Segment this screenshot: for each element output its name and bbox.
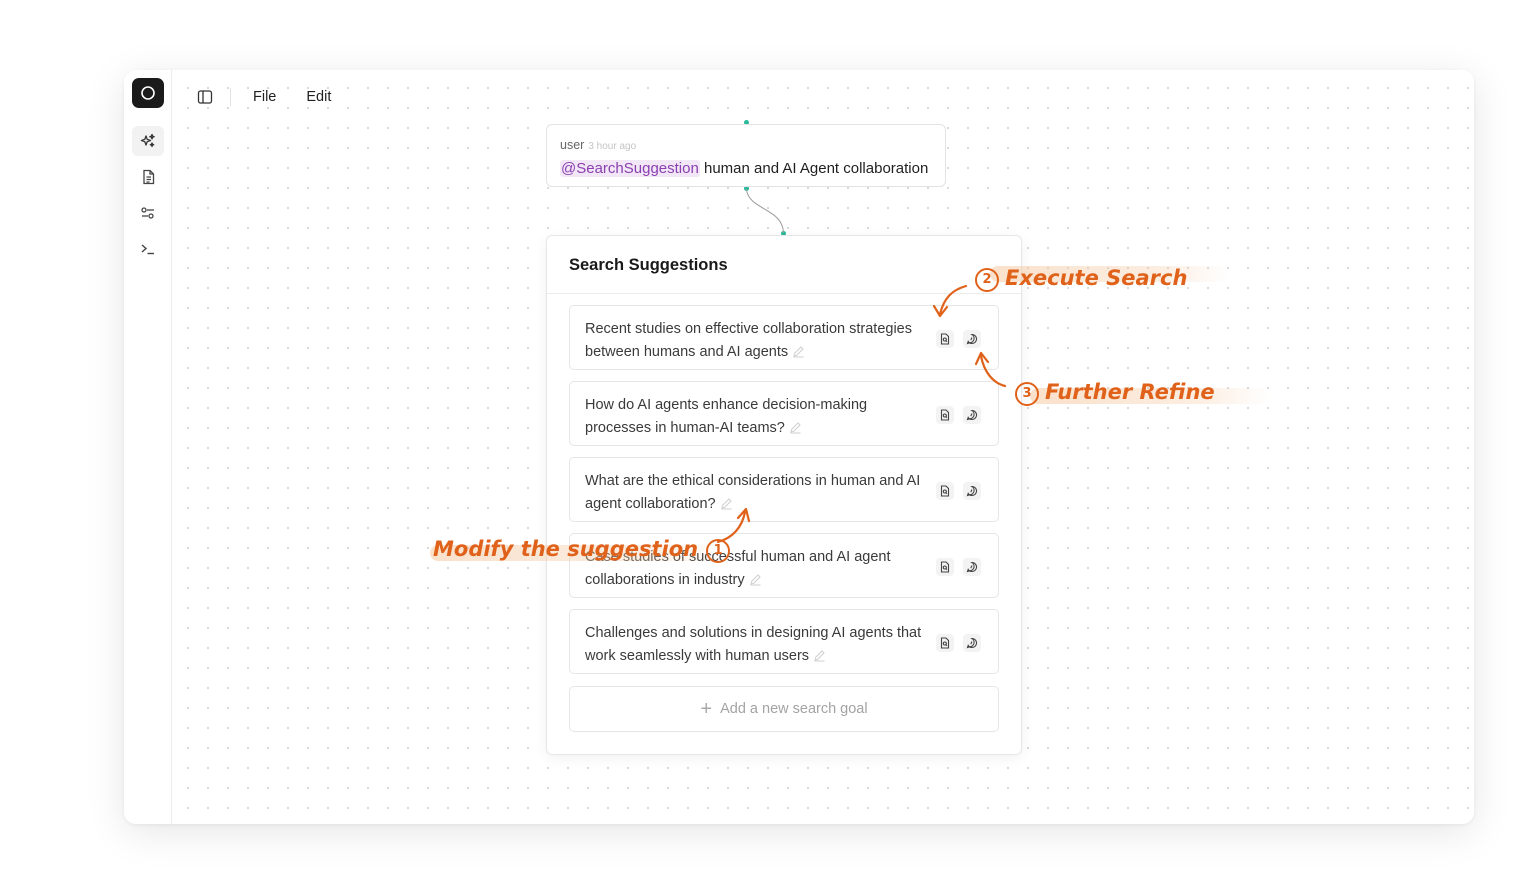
sidebar-panel-icon: [197, 90, 213, 104]
suggestion-text: How do AI agents enhance decision-making…: [585, 394, 930, 439]
sidebar-item-terminal[interactable]: [132, 234, 164, 264]
toolbar-divider: [230, 88, 231, 106]
pencil-icon[interactable]: [789, 421, 802, 434]
execute-search-button[interactable]: [936, 558, 954, 576]
file-menu[interactable]: File: [245, 85, 284, 109]
panel-toggle-button[interactable]: [190, 82, 220, 112]
suggestion-text: Challenges and solutions in designing AI…: [585, 622, 930, 667]
message-body: human and AI Agent collaboration: [699, 160, 929, 177]
author-label: user: [560, 138, 585, 152]
card-title: Search Suggestions: [569, 256, 728, 274]
pencil-icon[interactable]: [749, 573, 762, 586]
file-search-icon: [940, 409, 950, 421]
add-goal-label: Add a new search goal: [720, 701, 868, 717]
sidebar-item-settings[interactable]: [132, 198, 164, 228]
refine-button[interactable]: [963, 482, 981, 500]
execute-search-button[interactable]: [936, 330, 954, 348]
circle-logo-icon: [141, 86, 155, 100]
timestamp: 3 hour ago: [588, 141, 637, 152]
sidebar: [124, 70, 172, 824]
chat-bubble-icon: [966, 637, 978, 649]
pencil-icon[interactable]: [813, 649, 826, 662]
chat-bubble-icon: [966, 561, 978, 573]
user-message-node[interactable]: user 3 hour ago @SearchSuggestion human a…: [546, 124, 946, 187]
file-search-icon: [940, 561, 950, 573]
annotation-number: 2: [975, 268, 999, 292]
sidebar-item-documents[interactable]: [132, 162, 164, 192]
suggestion-text: What are the ethical considerations in h…: [585, 470, 930, 515]
plus-icon: +: [700, 697, 713, 720]
document-icon: [142, 169, 154, 185]
file-search-icon: [940, 485, 950, 497]
logo[interactable]: [132, 78, 164, 108]
refine-button[interactable]: [963, 634, 981, 652]
suggestion-item[interactable]: What are the ethical considerations in h…: [569, 457, 999, 522]
mention-tag[interactable]: @SearchSuggestion: [560, 160, 700, 177]
card-divider: [547, 293, 1021, 294]
suggestion-item[interactable]: How do AI agents enhance decision-making…: [569, 381, 999, 446]
suggestion-label: Recent studies on effective collaboratio…: [585, 321, 912, 360]
refine-button[interactable]: [963, 406, 981, 424]
annotation-further-refine: 3 Further Refine: [1015, 380, 1215, 406]
file-search-icon: [940, 333, 950, 345]
refine-button[interactable]: [963, 558, 981, 576]
execute-search-button[interactable]: [936, 482, 954, 500]
sliders-icon: [141, 207, 154, 219]
terminal-icon: [141, 244, 154, 255]
suggestion-label: What are the ethical considerations in h…: [585, 473, 921, 512]
execute-search-button[interactable]: [936, 634, 954, 652]
annotation-modify-suggestion: Modify the suggestion 1: [433, 537, 731, 563]
add-search-goal-button[interactable]: + Add a new search goal: [569, 686, 999, 732]
suggestion-label: Challenges and solutions in designing AI…: [585, 625, 922, 664]
annotation-label: Modify the suggestion: [433, 537, 699, 561]
search-suggestions-card: Search Suggestions Recent studies on eff…: [546, 235, 1022, 755]
message-header: user 3 hour ago: [560, 138, 636, 152]
sparkles-icon: [140, 133, 155, 148]
message-text: @SearchSuggestion human and AI Agent col…: [560, 160, 928, 177]
annotation-number: 3: [1015, 382, 1039, 406]
annotation-label: Further Refine: [1045, 380, 1215, 404]
refine-button[interactable]: [963, 330, 981, 348]
sidebar-item-ai-assist[interactable]: [132, 126, 164, 156]
top-menu-bar: File Edit: [172, 82, 353, 112]
pencil-icon[interactable]: [720, 497, 733, 510]
suggestion-text: Recent studies on effective collaboratio…: [585, 318, 930, 363]
pencil-icon[interactable]: [792, 345, 805, 358]
execute-search-button[interactable]: [936, 406, 954, 424]
edit-menu[interactable]: Edit: [298, 85, 339, 109]
chat-bubble-icon: [966, 485, 978, 497]
annotation-label: Execute Search: [1005, 266, 1188, 290]
chat-bubble-icon: [966, 409, 978, 421]
annotation-number: 1: [706, 539, 731, 563]
annotation-execute-search: 2 Execute Search: [975, 266, 1187, 292]
suggestion-item[interactable]: Challenges and solutions in designing AI…: [569, 609, 999, 674]
suggestion-label: How do AI agents enhance decision-making…: [585, 397, 868, 436]
file-search-icon: [940, 637, 950, 649]
suggestion-item[interactable]: Recent studies on effective collaboratio…: [569, 305, 999, 370]
chat-bubble-icon: [966, 333, 978, 345]
